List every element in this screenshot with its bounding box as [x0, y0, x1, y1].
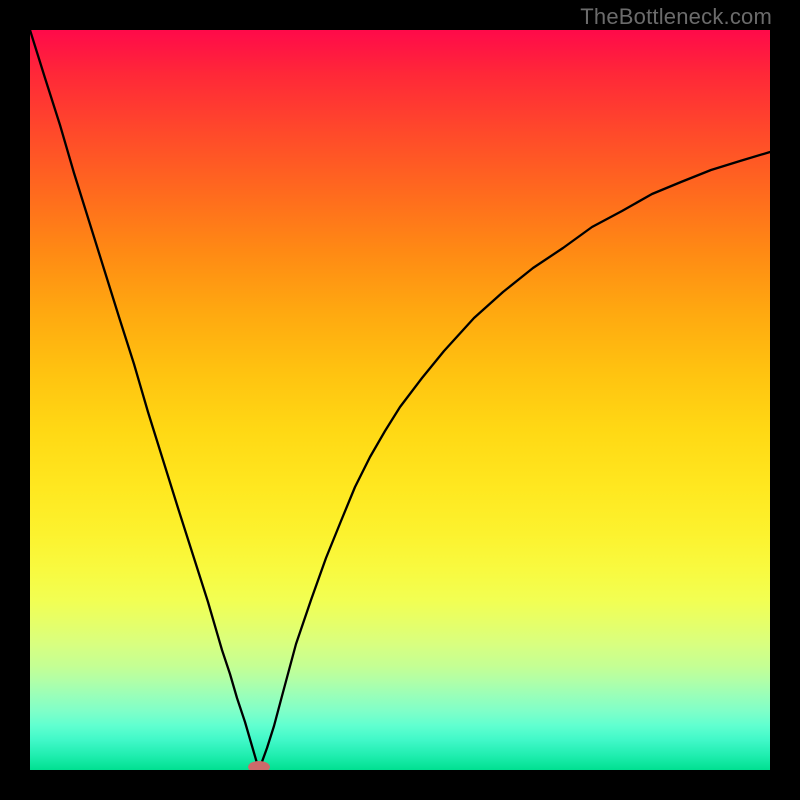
- plot-area: [30, 30, 770, 770]
- watermark-text: TheBottleneck.com: [580, 4, 772, 30]
- bottleneck-curve: [30, 30, 770, 770]
- curve-layer: [30, 30, 770, 770]
- chart-frame: TheBottleneck.com: [0, 0, 800, 800]
- minimum-marker: [248, 761, 270, 770]
